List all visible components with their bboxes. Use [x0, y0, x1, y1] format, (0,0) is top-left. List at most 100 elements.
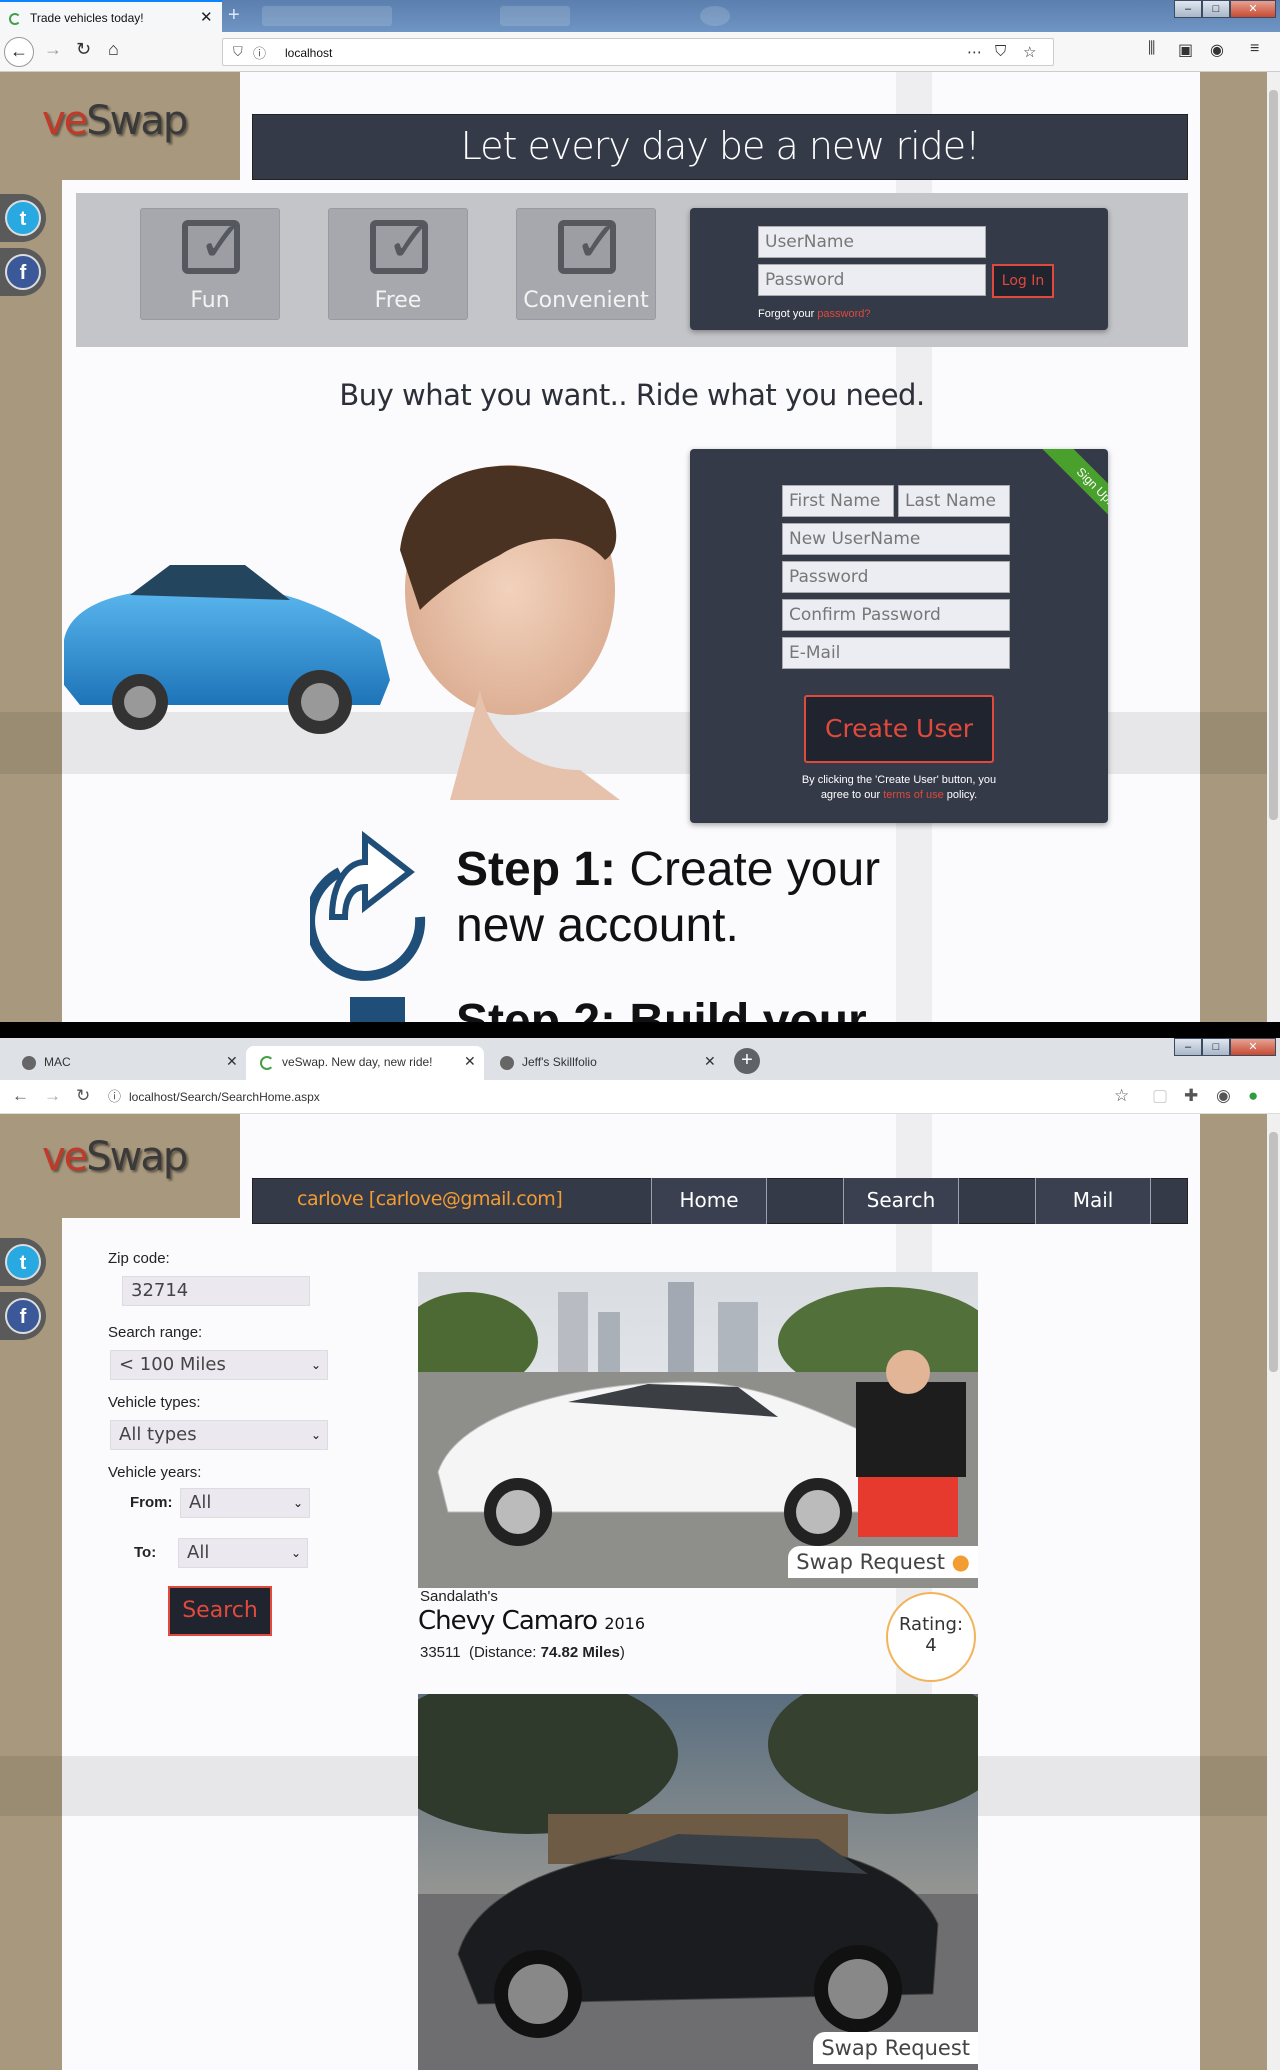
types-label: Vehicle types: [108, 1394, 201, 1411]
blurred-tab[interactable] [500, 6, 570, 26]
extension-icon[interactable]: ▢ [1152, 1086, 1168, 1106]
sidebar-icon[interactable]: ▣ [1178, 40, 1193, 60]
reload-favicon-icon [260, 1056, 274, 1070]
hero-illustration [64, 465, 620, 800]
nav-search-button[interactable]: Search [843, 1178, 959, 1224]
close-window-button[interactable]: ✕ [1230, 1038, 1276, 1056]
feature-fun: ✓ Fun [140, 208, 280, 320]
reload-favicon-icon [9, 13, 21, 25]
zip-input[interactable]: 32714 [122, 1276, 310, 1306]
nav-home-button[interactable]: Home [651, 1178, 767, 1224]
screenshot-divider [0, 1022, 1280, 1038]
forward-arrow-icon[interactable]: → [44, 39, 62, 60]
facebook-button[interactable]: f [0, 1292, 46, 1340]
veswap-logo[interactable]: veSwap [42, 98, 188, 144]
logo-area: veSwap [0, 72, 240, 180]
chevron-down-icon: ⌄ [290, 1546, 301, 1560]
first-name-input[interactable]: First Name [782, 485, 894, 517]
reload-icon[interactable]: ↻ [76, 1086, 90, 1106]
scrollbar-thumb[interactable] [1269, 1132, 1278, 1372]
twitter-button[interactable]: t [0, 1238, 46, 1286]
tab-title: MAC [44, 1055, 71, 1069]
minimize-button[interactable]: – [1174, 1038, 1202, 1056]
tab-title: veSwap. New day, new ride! [282, 1055, 433, 1069]
scrollbar-thumb[interactable] [1269, 90, 1278, 820]
swap-request-button[interactable]: Swap Request [813, 2032, 978, 2064]
twitter-button[interactable]: t [0, 194, 46, 242]
new-password-input[interactable]: Password [782, 561, 1010, 593]
browser-tab-bar: Trade vehicles today! ✕ + – □ ✕ [0, 0, 1280, 34]
create-user-button[interactable]: Create User [804, 695, 994, 763]
refresh-arrow-icon [310, 830, 426, 1022]
scrollbar[interactable] [1267, 72, 1280, 1022]
terms-of-use-link[interactable]: terms of use [883, 789, 944, 801]
forward-arrow-icon[interactable]: → [44, 1086, 61, 1106]
scrollbar[interactable] [1267, 1114, 1280, 2070]
address-bar[interactable]: ⛉ ⓘ localhost ⋯ ⛉ ☆ [222, 38, 1054, 66]
close-window-button[interactable]: ✕ [1230, 0, 1276, 18]
logo-area: veSwap [0, 1114, 240, 1218]
result-1-title[interactable]: Chevy Camaro 2016 [418, 1606, 645, 1636]
email-input[interactable]: E-Mail [782, 637, 1010, 669]
new-tab-icon[interactable]: + [228, 4, 240, 27]
browser-tab[interactable]: Jeff's Skillfolio ✕ [486, 1046, 722, 1080]
last-name-input[interactable]: Last Name [898, 485, 1010, 517]
browser-tab-active[interactable]: veSwap. New day, new ride! ✕ [246, 1046, 484, 1080]
confirm-password-input[interactable]: Confirm Password [782, 599, 1010, 631]
tab-close-icon[interactable]: ✕ [200, 8, 213, 26]
new-tab-icon[interactable]: + [734, 1048, 760, 1074]
swap-request-button[interactable]: Swap Request ● [788, 1546, 978, 1578]
new-username-input[interactable]: New UserName [782, 523, 1010, 555]
info-icon[interactable]: ⓘ [253, 43, 266, 62]
username-input[interactable]: UserName [758, 226, 986, 258]
library-icon[interactable]: ⫼ [1148, 40, 1155, 58]
browser-tab-active[interactable]: Trade vehicles today! ✕ [0, 0, 222, 34]
reload-icon[interactable]: ↻ [76, 39, 91, 60]
blurred-tab[interactable] [700, 6, 730, 26]
login-button[interactable]: Log In [992, 264, 1054, 298]
blurred-tab[interactable] [262, 6, 392, 26]
maximize-button[interactable]: □ [1202, 0, 1230, 18]
bookmark-star-icon[interactable]: ☆ [1023, 43, 1036, 61]
bookmark-star-icon[interactable]: ☆ [1114, 1086, 1129, 1106]
url-text: localhost/Search/SearchHome.aspx [129, 1090, 320, 1104]
result-1-distance: 33511 (Distance: 74.82 Miles) [420, 1644, 625, 1661]
range-select[interactable]: < 100 Miles ⌄ [110, 1350, 328, 1380]
tab-close-icon[interactable]: ✕ [226, 1053, 238, 1070]
home-icon[interactable]: ⌂ [108, 39, 119, 60]
from-select[interactable]: All ⌄ [180, 1488, 310, 1518]
info-icon[interactable]: ⓘ [108, 1089, 121, 1104]
facebook-icon: f [5, 254, 41, 290]
minimize-button[interactable]: – [1174, 0, 1202, 18]
search-button[interactable]: Search [168, 1586, 272, 1636]
back-arrow-icon[interactable]: ← [12, 1086, 29, 1106]
types-select[interactable]: All types ⌄ [110, 1420, 328, 1450]
nav-mail-button[interactable]: Mail [1035, 1178, 1151, 1224]
current-user-link[interactable]: carlove [carlove@gmail.com] [297, 1188, 563, 1210]
chrome-window: MAC ✕ veSwap. New day, new ride! ✕ Jeff'… [0, 1038, 1280, 2070]
to-select[interactable]: All ⌄ [178, 1538, 308, 1568]
puzzle-icon[interactable]: ✚ [1184, 1086, 1198, 1106]
veswap-logo[interactable]: veSwap [42, 1134, 188, 1180]
forgot-password-link[interactable]: password? [817, 308, 870, 320]
address-bar[interactable]: ⓘ localhost/Search/SearchHome.aspx [108, 1086, 320, 1105]
menu-icon[interactable]: ≡ [1250, 40, 1259, 58]
chevron-down-icon: ⌄ [310, 1358, 321, 1372]
password-input[interactable]: Password [758, 264, 986, 296]
result-2-image[interactable]: Swap Request [418, 1694, 978, 2070]
account-icon[interactable]: ◉ [1210, 40, 1224, 60]
result-1-image[interactable]: Swap Request ● [418, 1272, 978, 1588]
browser-tab[interactable]: MAC ✕ [8, 1046, 244, 1080]
maximize-button[interactable]: □ [1202, 1038, 1230, 1056]
tab-close-icon[interactable]: ✕ [464, 1053, 476, 1070]
facebook-button[interactable]: f [0, 248, 46, 296]
white-lamborghini-photo [418, 1272, 978, 1588]
account-icon[interactable]: ◉ [1216, 1086, 1231, 1106]
facebook-icon: f [5, 1298, 41, 1334]
pocket-icon[interactable]: ⛉ [995, 43, 1006, 60]
back-arrow-icon[interactable]: ← [4, 37, 34, 67]
update-icon[interactable]: ● [1248, 1086, 1258, 1106]
tab-close-icon[interactable]: ✕ [704, 1053, 716, 1070]
more-actions-icon[interactable]: ⋯ [967, 43, 982, 61]
terms-text: By clicking the 'Create User' button, yo… [801, 774, 997, 801]
